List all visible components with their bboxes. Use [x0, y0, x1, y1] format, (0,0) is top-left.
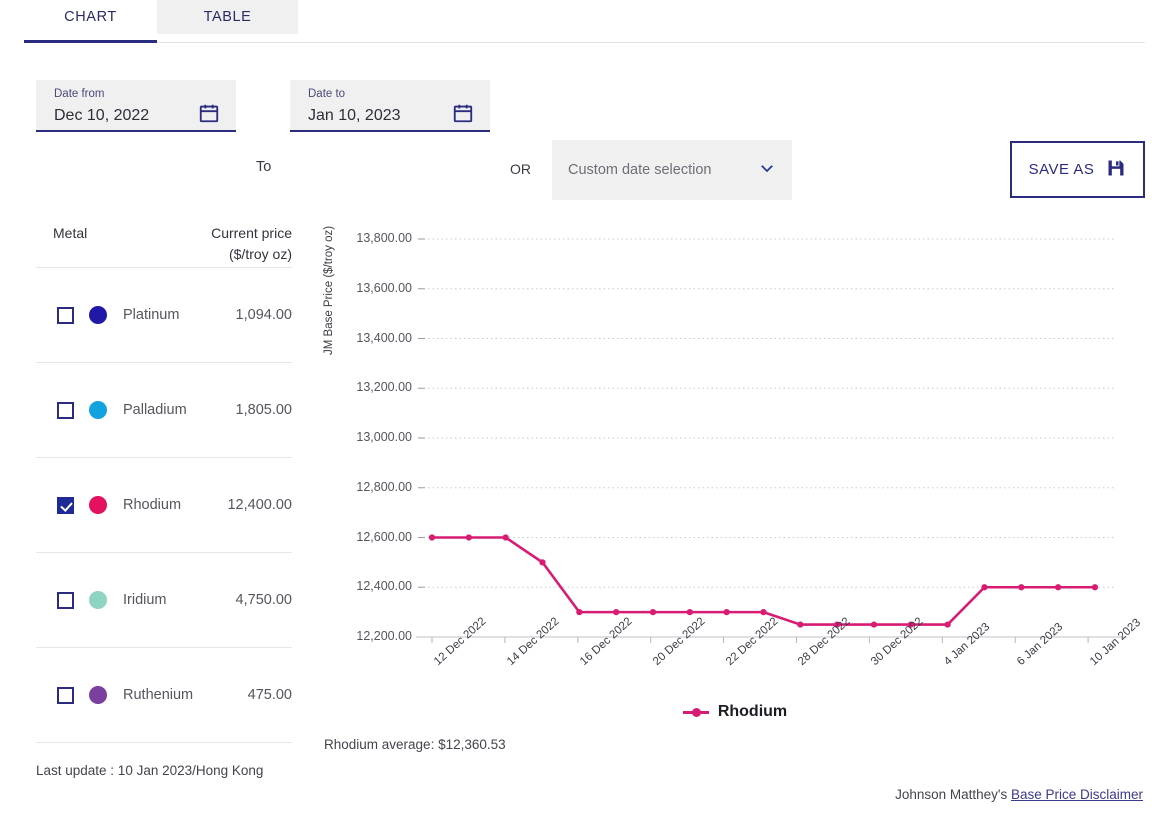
metal-color-dot-platinum — [89, 306, 107, 324]
metal-list-header: Metal Current price ($/troy oz) — [36, 215, 292, 267]
y-tick-label: 12,800.00 — [320, 480, 412, 494]
metal-price-platinum: 1,094.00 — [236, 307, 292, 323]
chart-average-text: Rhodium average: $12,360.53 — [324, 737, 506, 752]
column-header-price: Current price — [132, 225, 292, 241]
disclaimer: Johnson Matthey's Base Price Disclaimer — [895, 787, 1143, 802]
metal-row-rhodium[interactable]: Rhodium 12,400.00 — [36, 457, 292, 552]
custom-date-selection-value: Custom date selection — [568, 162, 711, 178]
tab-table[interactable]: TABLE — [157, 0, 298, 34]
date-from-field[interactable]: Date from Dec 10, 2022 — [36, 80, 236, 132]
tab-chart[interactable]: CHART — [24, 0, 157, 34]
metal-color-dot-ruthenium — [89, 686, 107, 704]
metal-color-dot-rhodium — [89, 496, 107, 514]
chart-legend[interactable]: Rhodium — [320, 703, 1150, 721]
metal-price-palladium: 1,805.00 — [236, 402, 292, 418]
date-to-label: Date to — [308, 87, 478, 101]
y-tick-label: 12,600.00 — [320, 530, 412, 544]
save-as-button[interactable]: SAVE AS — [1010, 141, 1145, 198]
date-range-to-label: To — [256, 159, 271, 175]
legend-label-rhodium: Rhodium — [718, 703, 787, 721]
metal-list-panel: Metal Current price ($/troy oz) Platinum… — [36, 215, 292, 778]
tab-bar: CHART TABLE — [0, 0, 1169, 35]
price-chart: JM Base Price ($/troy oz) 12,200.0012,40… — [320, 215, 1150, 775]
metal-price-rhodium: 12,400.00 — [227, 497, 292, 513]
metal-name-platinum: Platinum — [123, 307, 179, 323]
filter-bar: Date from Dec 10, 2022 To Date to Jan 10… — [0, 60, 1169, 160]
metal-checkbox-platinum[interactable] — [57, 307, 74, 324]
y-tick-label: 12,200.00 — [320, 629, 412, 643]
date-from-label: Date from — [54, 87, 224, 101]
metal-checkbox-ruthenium[interactable] — [57, 687, 74, 704]
save-as-label: SAVE AS — [1029, 161, 1095, 178]
or-label: OR — [510, 161, 531, 177]
chart-plot-area — [320, 215, 1150, 685]
last-update-text: Last update : 10 Jan 2023/Hong Kong — [36, 763, 292, 778]
metal-checkbox-iridium[interactable] — [57, 592, 74, 609]
y-tick-label: 13,800.00 — [320, 231, 412, 245]
metal-color-dot-palladium — [89, 401, 107, 419]
metal-checkbox-rhodium[interactable] — [57, 497, 74, 514]
date-to-field[interactable]: Date to Jan 10, 2023 — [290, 80, 490, 132]
save-icon — [1106, 158, 1126, 182]
last-update-row: Last update : 10 Jan 2023/Hong Kong — [36, 742, 292, 778]
calendar-icon[interactable] — [452, 102, 474, 124]
y-tick-label: 13,000.00 — [320, 430, 412, 444]
metal-row-ruthenium[interactable]: Ruthenium 475.00 — [36, 647, 292, 742]
tab-active-indicator — [24, 40, 157, 43]
y-tick-label: 12,400.00 — [320, 579, 412, 593]
tab-chart-label: CHART — [64, 9, 117, 25]
metal-price-iridium: 4,750.00 — [236, 592, 292, 608]
metal-row-palladium[interactable]: Palladium 1,805.00 — [36, 362, 292, 457]
y-tick-label: 13,200.00 — [320, 380, 412, 394]
disclaimer-prefix: Johnson Matthey's — [895, 787, 1011, 802]
column-header-metal: Metal — [53, 225, 87, 241]
metal-name-rhodium: Rhodium — [123, 497, 181, 513]
chevron-down-icon — [758, 159, 776, 181]
column-header-price-unit: ($/troy oz) — [132, 246, 292, 262]
y-tick-label: 13,600.00 — [320, 281, 412, 295]
tab-table-label: TABLE — [204, 9, 252, 25]
custom-date-selection-dropdown[interactable]: Custom date selection — [552, 140, 792, 200]
y-tick-label: 13,400.00 — [320, 331, 412, 345]
metal-color-dot-iridium — [89, 591, 107, 609]
metal-name-ruthenium: Ruthenium — [123, 687, 193, 703]
legend-line-marker-icon — [683, 711, 709, 714]
tab-divider — [24, 42, 1145, 43]
metal-checkbox-palladium[interactable] — [57, 402, 74, 419]
metal-row-iridium[interactable]: Iridium 4,750.00 — [36, 552, 292, 647]
calendar-icon[interactable] — [198, 102, 220, 124]
metal-row-platinum[interactable]: Platinum 1,094.00 — [36, 267, 292, 362]
metal-name-iridium: Iridium — [123, 592, 167, 608]
metal-name-palladium: Palladium — [123, 402, 187, 418]
metal-price-ruthenium: 475.00 — [248, 687, 292, 703]
disclaimer-link[interactable]: Base Price Disclaimer — [1011, 787, 1143, 802]
